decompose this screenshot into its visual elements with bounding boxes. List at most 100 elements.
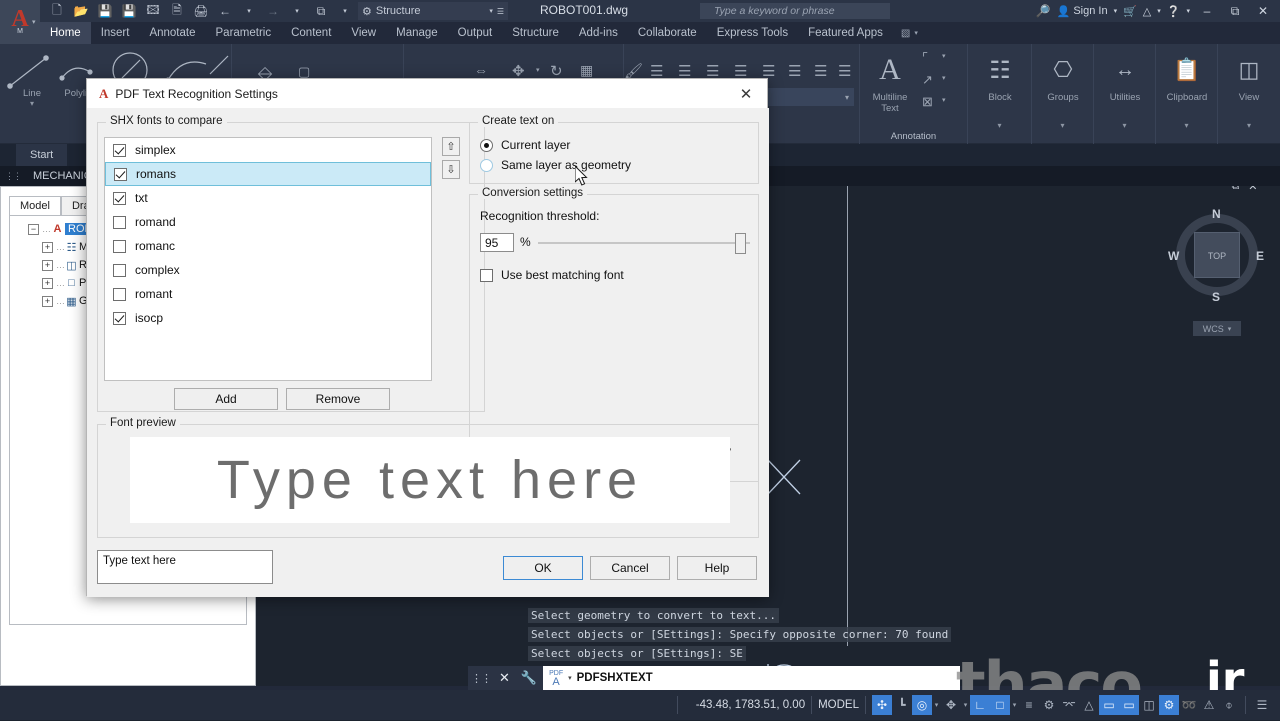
chevron-down-icon[interactable]: ▾ [489,7,493,15]
table-icon[interactable]: ⊠ [922,94,933,110]
viewcube-west-label[interactable]: W [1168,249,1179,263]
grid-display-toggle[interactable]: ◎ [912,695,932,715]
redo-icon[interactable]: → [262,1,284,21]
chevron-down-icon[interactable]: ▾ [30,99,34,108]
expand-icon[interactable]: + [42,242,53,253]
font-checkbox[interactable] [113,288,126,301]
font-checkbox[interactable] [114,168,127,181]
ok-button[interactable]: OK [503,556,583,580]
workspace-dropdown-caret-icon[interactable]: ▾ [334,1,356,21]
block-button[interactable]: ☷ Block [974,48,1026,103]
transparency-toggle[interactable]: △ [1079,695,1099,715]
tab-content[interactable]: Content [281,22,341,44]
threshold-slider-track[interactable] [538,242,750,244]
chevron-down-icon[interactable]: ▾ [1184,121,1188,130]
tab-view[interactable]: View [341,22,386,44]
snap-mode-toggle[interactable]: ┗ [892,695,912,715]
leader-icon[interactable]: ↗ [922,72,933,88]
workspace-switching-toggle[interactable]: ⚙ [1159,695,1179,715]
window-close-button[interactable]: ✕ [1252,0,1274,22]
scale-text-icon[interactable]: ⇔ [474,62,488,78]
viewcube-face-top[interactable]: TOP [1194,232,1240,278]
layer-lock-icon[interactable]: ☰ [814,62,827,80]
publish-icon[interactable]: 🗎 [166,1,188,21]
palette-tab-model[interactable]: Model [9,196,61,215]
view-button[interactable]: ◫ View [1223,48,1275,103]
utilities-button[interactable]: ↔ Utilities [1099,48,1151,103]
font-list-item-romans[interactable]: romans [105,162,431,186]
quick-access-toolbar[interactable]: 🗋 📂 💾 💾 🖾 🗎 🖨 ← ▾ → ▾ ⧉ ▾ ⚙ Structure ▾ … [46,0,508,22]
font-list-item-txt[interactable]: txt [105,186,431,210]
shx-fonts-listbox[interactable]: simplex romans txt romand [104,137,432,381]
font-list-item-isocp[interactable]: isocp [105,306,431,330]
font-list-item-romant[interactable]: romant [105,282,431,306]
qat-overflow-icon[interactable]: ☰ [497,7,504,16]
tab-home[interactable]: Home [40,22,91,44]
annotation-scale-toggle[interactable]: ◫ [1139,695,1159,715]
tab-manage[interactable]: Manage [386,22,448,44]
coordinates-display[interactable]: -43.48, 1783.51, 0.00 [684,699,805,711]
object-snap-toggle[interactable]: □ [990,695,1010,715]
autodesk-store-icon[interactable]: 🛒 [1123,5,1137,18]
font-checkbox[interactable] [113,216,126,229]
undo-icon[interactable]: ← [214,1,236,21]
viewcube-south-label[interactable]: S [1212,290,1220,304]
save-as-icon[interactable]: 💾 [118,1,140,21]
workspace-combo[interactable]: ⚙ Structure ▾ ☰ [358,2,508,20]
font-list-item-romanc[interactable]: romanc [105,234,431,258]
chevron-down-icon[interactable]: ▾ [932,701,941,709]
multiline-text-button[interactable]: A Multiline Text [864,48,916,114]
collapse-icon[interactable]: − [28,224,39,235]
command-input[interactable]: PDF A ▾ PDFSHXTEXT [543,666,960,690]
open-icon[interactable]: 📂 [70,1,92,21]
tab-featured-apps[interactable]: Featured Apps [798,22,893,44]
grip-handle-icon[interactable]: ⋮⋮ [468,672,494,685]
font-checkbox[interactable] [113,240,126,253]
expand-icon[interactable]: + [42,278,53,289]
save-icon[interactable]: 💾 [94,1,116,21]
font-checkbox[interactable] [113,264,126,277]
font-list-item-complex[interactable]: complex [105,258,431,282]
selection-cycling-toggle[interactable]: ▭ [1099,695,1119,715]
array-grid-icon[interactable]: ▦ [580,62,593,79]
window-restore-button[interactable]: ⧉ [1224,0,1246,22]
font-list-item-simplex[interactable]: simplex [105,138,431,162]
plot-icon[interactable]: 🖨 [190,1,212,21]
move-font-down-button[interactable]: ⇩ [442,160,460,179]
chevron-down-icon[interactable]: ▾ [32,18,36,26]
groups-button[interactable]: ⎔ Groups [1037,48,1089,103]
checkbox-indicator[interactable] [480,269,493,282]
radio-indicator[interactable] [480,139,493,152]
radio-indicator[interactable] [480,159,493,172]
layer-merge-icon[interactable]: ☰ [838,62,851,80]
autodesk-app-icon[interactable]: △ [1143,5,1151,18]
doc-tab-start[interactable]: Start [16,144,67,166]
use-best-matching-font-checkbox[interactable]: Use best matching font [480,265,624,285]
radio-same-layer-as-geometry[interactable]: Same layer as geometry [480,155,631,175]
tab-insert[interactable]: Insert [91,22,140,44]
undo-dropdown-caret-icon[interactable]: ▾ [238,1,260,21]
app-caret-icon[interactable]: ▾ [1157,7,1161,15]
remove-font-button[interactable]: Remove [286,388,390,410]
chevron-down-icon[interactable]: ▾ [1247,121,1251,130]
sign-in-button[interactable]: 👤 Sign In [1057,5,1108,18]
help-button[interactable]: Help [677,556,757,580]
radio-current-layer[interactable]: Current layer [480,135,570,155]
hardware-accel-toggle[interactable]: ⚠ [1199,695,1219,715]
annotation-monitor-toggle[interactable]: ▭ [1119,695,1139,715]
chevron-down-icon[interactable]: ▾ [942,52,946,60]
help-caret-icon[interactable]: ▾ [1186,7,1190,15]
isolate-objects-toggle[interactable]: ⌽ [1219,695,1239,715]
tab-parametric[interactable]: Parametric [206,22,282,44]
ucs-selector[interactable]: WCS ▾ [1193,321,1241,336]
space-toggle[interactable]: MODEL [818,699,859,711]
close-icon[interactable]: ✕ [494,670,515,686]
add-font-button[interactable]: Add [174,388,278,410]
font-list-item-romand[interactable]: romand [105,210,431,234]
customization-menu-icon[interactable]: ☰ [1252,695,1272,715]
tab-output[interactable]: Output [448,22,503,44]
font-checkbox[interactable] [113,192,126,205]
tab-collaborate[interactable]: Collaborate [628,22,707,44]
tab-structure[interactable]: Structure [502,22,569,44]
sign-in-caret-icon[interactable]: ▾ [1114,7,1118,15]
